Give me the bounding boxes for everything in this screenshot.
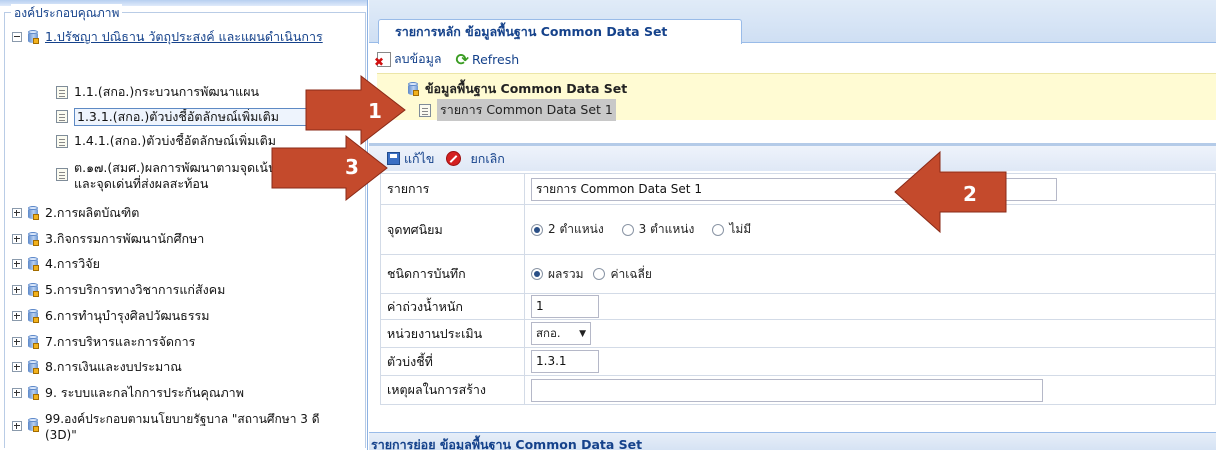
- marker-1: 1: [368, 99, 382, 123]
- annotation-arrow-2: [894, 150, 1007, 234]
- annotation-overlay: [271, 74, 1007, 234]
- annotation-arrow-1: [305, 74, 406, 146]
- annotation-arrow-3: [271, 134, 388, 202]
- marker-2: 2: [963, 182, 977, 206]
- marker-3: 3: [345, 155, 359, 179]
